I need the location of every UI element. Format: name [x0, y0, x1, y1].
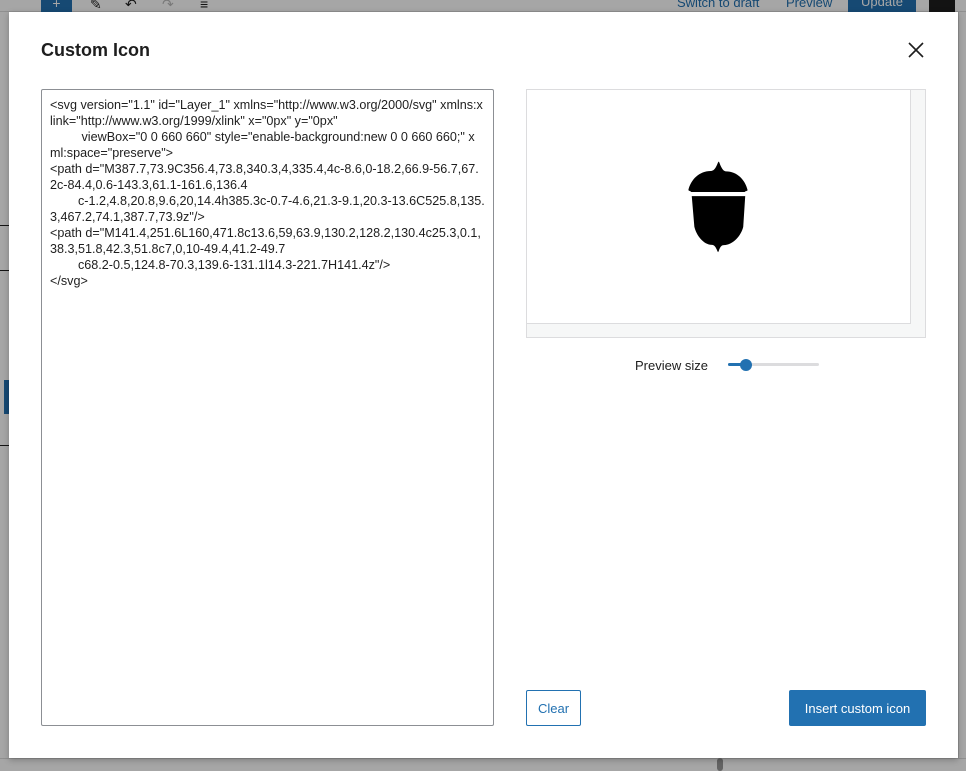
insert-custom-icon-button[interactable]: Insert custom icon: [789, 690, 926, 726]
close-icon: [908, 42, 924, 58]
clear-button[interactable]: Clear: [526, 690, 581, 726]
modal-title: Custom Icon: [41, 40, 151, 60]
preview-size-slider[interactable]: [727, 355, 819, 375]
svg-code-input[interactable]: <svg version="1.1" id="Layer_1" xmlns="h…: [41, 89, 494, 726]
custom-icon-modal: Custom Icon <svg version="1.1" id="Layer…: [9, 12, 958, 758]
icon-preview: [526, 89, 926, 338]
preview-size-control: Preview size: [635, 355, 819, 375]
close-button[interactable]: [901, 36, 931, 64]
acorn-icon: [688, 161, 748, 253]
icon-preview-canvas: [527, 90, 911, 324]
preview-size-label: Preview size: [635, 357, 708, 373]
slider-thumb[interactable]: [740, 359, 753, 371]
